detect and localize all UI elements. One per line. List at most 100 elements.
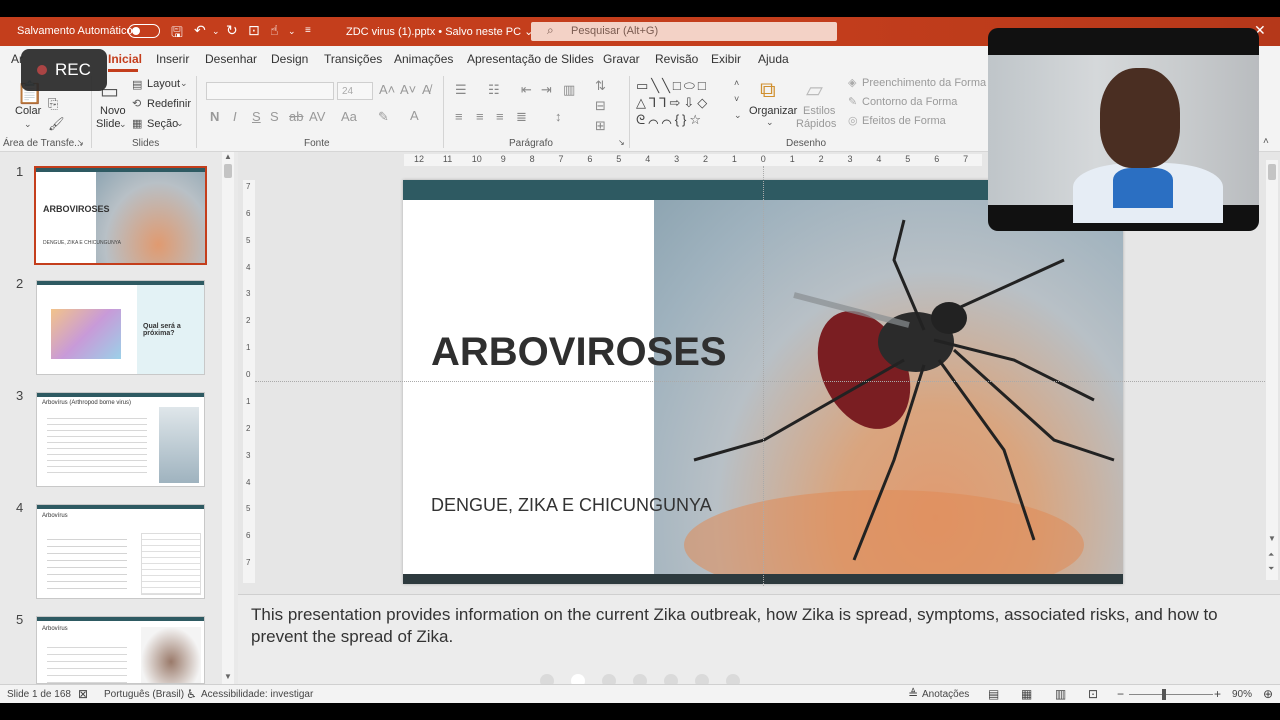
tab-record[interactable]: Gravar bbox=[603, 52, 640, 66]
tab-help[interactable]: Ajuda bbox=[758, 52, 789, 66]
section-dropdown-icon[interactable]: ⌄ bbox=[176, 118, 184, 129]
arrange-dropdown-icon[interactable]: ⌄ bbox=[766, 117, 774, 128]
tab-transitions[interactable]: Transições bbox=[324, 52, 382, 66]
underline-icon[interactable]: S bbox=[252, 109, 261, 124]
thumbnail-slide-2[interactable]: Qual será a próxima? bbox=[36, 280, 205, 375]
change-case-icon[interactable]: Aa bbox=[341, 109, 357, 124]
scrollbar-thumb[interactable] bbox=[224, 164, 232, 178]
undo-icon[interactable]: ↶ bbox=[194, 22, 206, 39]
format-painter-icon[interactable]: 🖌 bbox=[48, 116, 65, 132]
line-spacing-icon[interactable]: ↕ bbox=[555, 109, 562, 124]
new-slide-button-line2[interactable]: Slide bbox=[96, 118, 120, 130]
smartart-icon[interactable]: ⊞ bbox=[595, 118, 606, 134]
tab-slideshow[interactable]: Apresentação de Slides bbox=[467, 52, 594, 66]
save-icon[interactable]: 🖫 bbox=[171, 22, 183, 46]
font-size-field[interactable]: 24 bbox=[337, 82, 373, 100]
slide-title[interactable]: ARBOVIROSES bbox=[431, 330, 727, 375]
paste-button[interactable]: Colar bbox=[15, 105, 41, 117]
notes-pane[interactable]: This presentation provides information o… bbox=[238, 594, 1280, 684]
tab-view[interactable]: Exibir bbox=[711, 52, 741, 66]
reset-button[interactable]: Redefinir bbox=[147, 98, 191, 110]
thumbnail-slide-4[interactable]: Arbovírus bbox=[36, 504, 205, 599]
font-color-icon[interactable]: A bbox=[410, 108, 419, 123]
align-text-icon[interactable]: ⊟ bbox=[595, 98, 606, 114]
shapes-gallery[interactable]: ▭╲╲□⬭□ △⅂⅂⇨⇩◇ ᘓ⌒⌒{}☆ bbox=[636, 77, 746, 127]
clear-format-icon[interactable]: A̸ bbox=[422, 82, 431, 97]
tab-design[interactable]: Design bbox=[271, 52, 308, 66]
arrange-icon[interactable]: ⧉ bbox=[760, 77, 776, 103]
decrease-font-icon[interactable]: A˅ bbox=[400, 82, 416, 97]
thumbnail-slide-3[interactable]: Arbovírus (Arthropod borne virus) bbox=[36, 392, 205, 487]
increase-font-icon[interactable]: A˄ bbox=[379, 82, 395, 97]
customize-qat-icon[interactable]: ≡ bbox=[305, 25, 311, 36]
present-icon[interactable]: ⊡ bbox=[248, 22, 260, 39]
notes-button[interactable]: Anotações bbox=[922, 689, 969, 700]
thumbnail-slide-1[interactable]: ARBOVIROSES DENGUE, ZIKA E CHICUNGUNYA bbox=[34, 166, 207, 265]
mosquito-photo[interactable] bbox=[654, 200, 1123, 584]
scroll-up-icon[interactable]: ▲ bbox=[224, 152, 232, 161]
gallery-up-icon[interactable]: ˄ bbox=[734, 78, 739, 88]
shape-fill-button[interactable]: Preenchimento da Forma bbox=[862, 77, 986, 89]
justify-icon[interactable]: ≣ bbox=[516, 109, 527, 125]
previous-slide-icon[interactable]: ⏶ bbox=[1268, 550, 1274, 560]
char-spacing-icon[interactable]: AV bbox=[309, 109, 325, 124]
clipboard-launcher-icon[interactable]: ↘ bbox=[77, 138, 84, 147]
strikethrough-icon[interactable]: ab bbox=[289, 109, 303, 124]
horizontal-ruler[interactable]: 12 11 10 9 8 7 6 5 4 3 2 1 0 1 2 3 4 5 6 7 bbox=[404, 154, 982, 166]
recording-indicator[interactable]: REC bbox=[21, 49, 107, 91]
slide-subtitle[interactable]: DENGUE, ZIKA E CHICUNGUNYA bbox=[431, 495, 712, 516]
gallery-more-icon[interactable]: ⌄ bbox=[734, 110, 742, 121]
vertical-ruler[interactable]: 7 6 5 4 3 2 1 0 1 2 3 4 5 6 7 bbox=[243, 180, 255, 583]
arrange-button[interactable]: Organizar bbox=[749, 105, 797, 117]
zoom-in-icon[interactable]: + bbox=[1214, 687, 1221, 701]
highlight-icon[interactable]: ✎ bbox=[378, 109, 389, 125]
decrease-indent-icon[interactable]: ⇤ bbox=[521, 82, 532, 98]
quick-styles-button[interactable]: Estilos bbox=[803, 105, 835, 117]
slideshow-view-icon[interactable]: ⊡ bbox=[1088, 687, 1098, 701]
zoom-level[interactable]: 90% bbox=[1232, 689, 1252, 700]
reading-view-icon[interactable]: ▥ bbox=[1055, 687, 1066, 701]
gallery-down-icon[interactable]: ˅ bbox=[734, 94, 739, 104]
accessibility-button[interactable]: Acessibilidade: investigar bbox=[201, 689, 313, 700]
align-center-icon[interactable]: ≡ bbox=[476, 109, 484, 124]
font-name-field[interactable] bbox=[206, 82, 334, 100]
tab-animations[interactable]: Animações bbox=[394, 52, 453, 66]
layout-button[interactable]: Layout bbox=[147, 78, 180, 90]
tab-home[interactable]: Inicial bbox=[108, 52, 142, 66]
paste-dropdown-icon[interactable]: ⌄ bbox=[24, 119, 32, 130]
tab-insert[interactable]: Inserir bbox=[156, 52, 189, 66]
numbering-icon[interactable]: ☷ bbox=[488, 82, 500, 98]
touch-mode-icon[interactable]: ☝ bbox=[270, 22, 279, 39]
speaker-notes[interactable]: This presentation provides information o… bbox=[251, 604, 1251, 648]
editor-scrollbar[interactable]: ▼ ⏶ ⏷ bbox=[1266, 160, 1278, 580]
shadow-icon[interactable]: S bbox=[270, 109, 279, 124]
slide-sorter-icon[interactable]: ▦ bbox=[1021, 687, 1032, 701]
search-input[interactable]: Pesquisar (Alt+G) bbox=[571, 25, 658, 37]
spellcheck-icon[interactable]: ⊠ bbox=[78, 687, 88, 701]
zoom-slider-thumb[interactable] bbox=[1162, 689, 1166, 700]
text-direction-icon[interactable]: ⇅ bbox=[595, 78, 606, 94]
section-button[interactable]: Seção bbox=[147, 118, 178, 130]
thumbnails-scrollbar[interactable]: ▲ ▼ bbox=[222, 152, 234, 684]
normal-view-icon[interactable]: ▤ bbox=[988, 687, 999, 701]
scrollbar-thumb[interactable] bbox=[1268, 164, 1276, 180]
collapse-ribbon-icon[interactable]: ˄ bbox=[1263, 136, 1269, 147]
search-box[interactable]: ⌕ Pesquisar (Alt+G) bbox=[531, 22, 837, 41]
tab-review[interactable]: Revisão bbox=[655, 52, 698, 66]
scroll-down-icon[interactable]: ▼ bbox=[224, 672, 232, 681]
increase-indent-icon[interactable]: ⇥ bbox=[541, 82, 552, 98]
align-left-icon[interactable]: ≡ bbox=[455, 109, 463, 124]
zoom-slider-track[interactable] bbox=[1129, 694, 1213, 695]
webcam-overlay[interactable] bbox=[988, 28, 1259, 231]
bullets-icon[interactable]: ☰ bbox=[455, 82, 467, 98]
shape-outline-button[interactable]: Contorno da Forma bbox=[862, 96, 957, 108]
paragraph-launcher-icon[interactable]: ↘ bbox=[618, 138, 625, 147]
horizontal-guide[interactable] bbox=[255, 381, 1265, 382]
columns-icon[interactable]: ▥ bbox=[563, 82, 575, 98]
vertical-guide[interactable] bbox=[763, 166, 764, 586]
copy-icon[interactable]: ⎘ bbox=[48, 96, 58, 112]
undo-dropdown-icon[interactable]: ⌄ bbox=[212, 26, 220, 37]
quick-styles-button-line2[interactable]: Rápidos bbox=[796, 118, 836, 130]
scroll-down-icon[interactable]: ▼ bbox=[1268, 534, 1276, 543]
italic-icon[interactable]: I bbox=[233, 109, 237, 124]
